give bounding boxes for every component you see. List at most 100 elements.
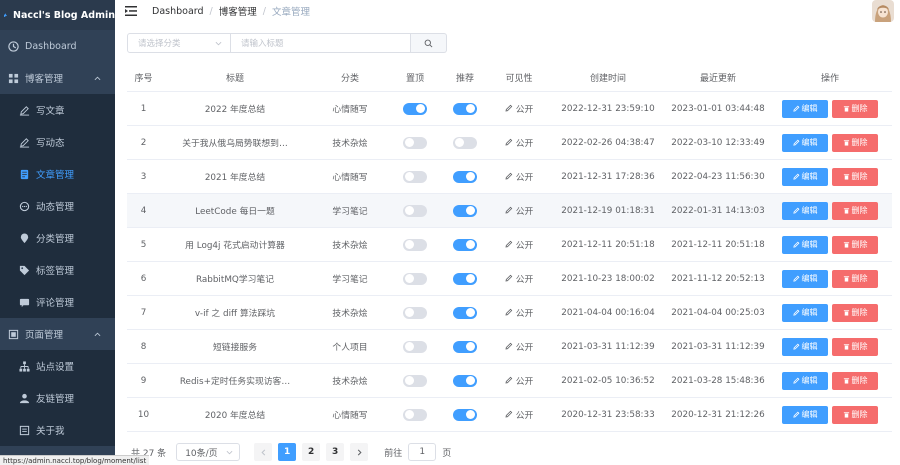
recommend-switch[interactable]	[453, 408, 477, 421]
chevron-left-icon	[261, 449, 265, 455]
delete-button[interactable]: 删除	[832, 201, 878, 220]
page-button-3[interactable]: 3	[326, 443, 345, 461]
edit-button[interactable]: 编辑	[782, 337, 828, 356]
row-updated: 2022-03-10 12:33:49	[671, 137, 765, 148]
visibility-link[interactable]: 公开	[505, 306, 533, 319]
recommend-switch[interactable]	[453, 340, 477, 353]
prev-page-button[interactable]	[254, 443, 273, 461]
trash-icon	[843, 310, 849, 316]
recommend-switch[interactable]	[453, 102, 477, 115]
visibility-link[interactable]: 公开	[505, 408, 533, 421]
tag-icon	[18, 264, 30, 276]
recommend-switch[interactable]	[453, 374, 477, 387]
avatar[interactable]	[872, 0, 894, 22]
edit-button[interactable]: 编辑	[782, 201, 828, 220]
sidebar-item-4[interactable]: 文章管理	[0, 158, 115, 190]
sidebar-item-5[interactable]: 动态管理	[0, 190, 115, 222]
category-select[interactable]: 请选择分类	[127, 33, 231, 53]
sidebar-item-3[interactable]: 写动态	[0, 126, 115, 158]
recommend-switch[interactable]	[453, 272, 477, 285]
top-switch[interactable]	[403, 340, 427, 353]
next-page-button[interactable]	[350, 443, 369, 461]
top-switch[interactable]	[403, 238, 427, 251]
edit-button[interactable]: 编辑	[782, 167, 828, 186]
logo-icon	[4, 13, 8, 17]
edit-icon	[505, 274, 512, 282]
top-switch[interactable]	[403, 306, 427, 319]
top-switch[interactable]	[403, 136, 427, 149]
sidebar-item-7[interactable]: 标签管理	[0, 254, 115, 286]
edit-button[interactable]: 编辑	[782, 371, 828, 390]
visibility-link[interactable]: 公开	[505, 340, 533, 353]
top-switch[interactable]	[403, 374, 427, 387]
sidebar-item-8[interactable]: 评论管理	[0, 286, 115, 318]
hamburger-icon[interactable]	[124, 4, 138, 18]
visibility-link[interactable]: 公开	[505, 136, 533, 149]
column-header: 推荐	[455, 74, 474, 84]
row-number: 5	[140, 239, 147, 250]
sidebar-item-2[interactable]: 写文章	[0, 94, 115, 126]
brand[interactable]: Naccl's Blog Admin	[0, 0, 115, 30]
trash-icon	[843, 174, 849, 180]
visibility-link[interactable]: 公开	[505, 102, 534, 115]
visibility-link[interactable]: 公开	[505, 238, 533, 251]
delete-button[interactable]: 删除	[832, 235, 878, 254]
edit-button[interactable]: 编辑	[782, 405, 828, 424]
top-switch[interactable]	[403, 272, 427, 285]
top-switch[interactable]	[403, 408, 427, 421]
visibility-text: 公开	[515, 104, 534, 115]
top-switch[interactable]	[403, 170, 427, 183]
goto-page-input[interactable]: 1	[408, 443, 437, 461]
sidebar-item-0[interactable]: Dashboard	[0, 30, 115, 62]
title-search-input[interactable]: 请输入标题	[231, 33, 411, 53]
recommend-switch[interactable]	[453, 136, 477, 149]
sidebar-item-12[interactable]: 关于我	[0, 414, 115, 446]
top-switch[interactable]	[403, 204, 427, 217]
sidebar-item-10[interactable]: 站点设置	[0, 350, 115, 382]
page-button-2[interactable]: 2	[302, 443, 321, 461]
sidebar-item-label: 友链管理	[36, 394, 75, 405]
edit-button[interactable]: 编辑	[782, 99, 828, 118]
sidebar-item-6[interactable]: 分类管理	[0, 222, 115, 254]
breadcrumb: Dashboard / 博客管理 / 文章管理	[152, 4, 310, 19]
sidebar-item-11[interactable]: 友链管理	[0, 382, 115, 414]
delete-button[interactable]: 删除	[832, 269, 878, 288]
row-actions: 编辑 删除	[768, 167, 892, 186]
recommend-switch[interactable]	[453, 238, 477, 251]
delete-button[interactable]: 删除	[832, 133, 878, 152]
delete-button[interactable]: 删除	[832, 405, 878, 424]
recommend-switch[interactable]	[453, 204, 477, 217]
visibility-link[interactable]: 公开	[505, 374, 533, 387]
page-size-select[interactable]: 10条/页	[176, 443, 241, 461]
recommend-switch[interactable]	[453, 306, 477, 319]
delete-button[interactable]: 删除	[832, 167, 878, 186]
row-actions: 编辑 删除	[768, 269, 892, 288]
sidebar-item-1[interactable]: 博客管理	[0, 62, 115, 94]
visibility-link[interactable]: 公开	[505, 272, 533, 285]
top-switch[interactable]	[403, 102, 427, 115]
delete-button[interactable]: 删除	[832, 337, 878, 356]
search-button[interactable]	[411, 33, 447, 53]
delete-button[interactable]: 删除	[832, 371, 878, 390]
sidebar-item-9[interactable]: 页面管理	[0, 318, 115, 350]
row-title: 2021 年度总结	[204, 173, 266, 183]
row-number: 9	[140, 375, 147, 386]
row-actions: 编辑 删除	[768, 99, 892, 118]
edit-button[interactable]: 编辑	[782, 235, 828, 254]
app-title: Naccl's Blog Admin	[13, 9, 115, 21]
edit-button[interactable]: 编辑	[782, 133, 828, 152]
breadcrumb-blog[interactable]: 博客管理	[219, 4, 257, 18]
recommend-switch[interactable]	[453, 170, 477, 183]
visibility-link[interactable]: 公开	[505, 204, 533, 217]
sidebar-item-label: 分类管理	[36, 234, 75, 245]
edit-button[interactable]: 编辑	[782, 303, 828, 322]
table-row: 2 关于我从俄乌局势联想到… 技术杂烩 公开 2022-02-26 04:38:47 20…	[127, 126, 892, 160]
trash-icon	[843, 344, 849, 350]
delete-button[interactable]: 删除	[832, 99, 878, 118]
breadcrumb-dashboard[interactable]: Dashboard	[152, 6, 204, 17]
page-button-1[interactable]: 1	[278, 443, 297, 461]
delete-button[interactable]: 删除	[832, 303, 878, 322]
edit-button[interactable]: 编辑	[782, 269, 828, 288]
sidebar-item-label: 动态管理	[36, 202, 75, 213]
visibility-link[interactable]: 公开	[505, 170, 533, 183]
